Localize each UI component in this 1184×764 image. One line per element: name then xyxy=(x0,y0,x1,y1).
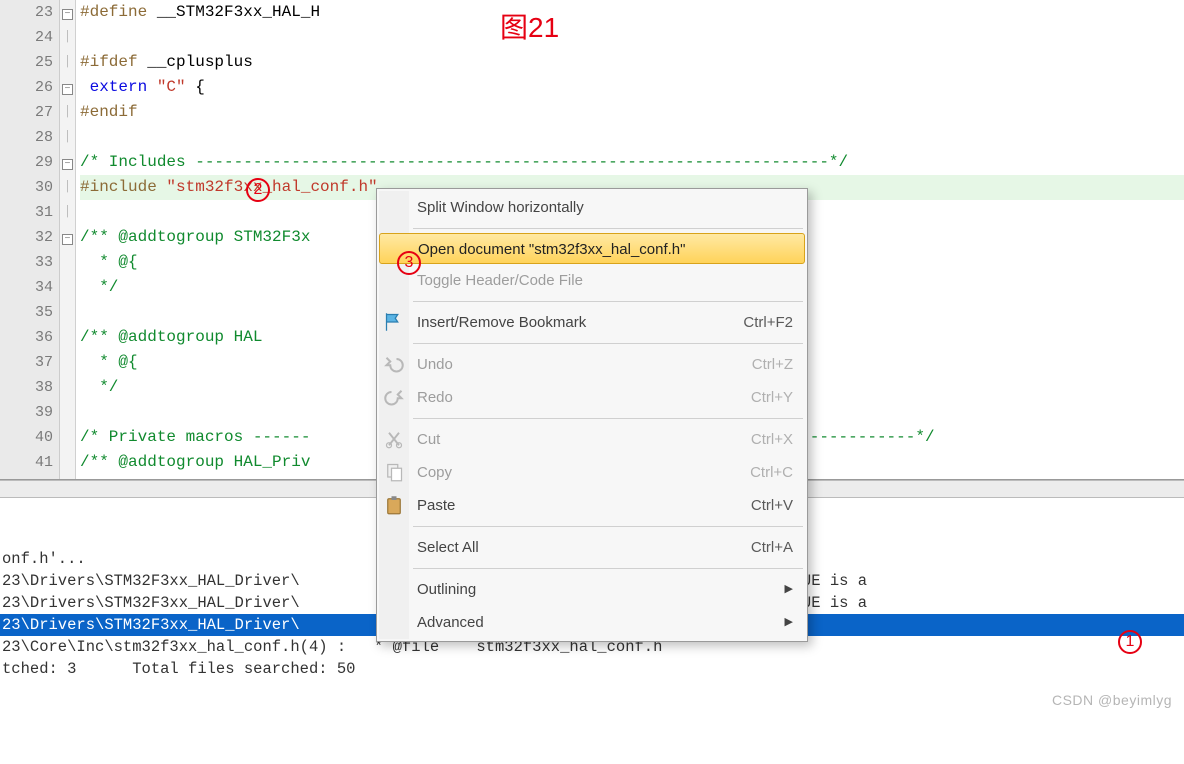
menu-separator xyxy=(413,568,803,569)
code-line[interactable]: #endif xyxy=(80,100,1184,125)
line-number: 29 xyxy=(0,150,53,175)
menu-separator xyxy=(413,343,803,344)
line-number: 39 xyxy=(0,400,53,425)
line-number: 32 xyxy=(0,225,53,250)
line-number: 35 xyxy=(0,300,53,325)
menu-item-outlining[interactable]: Outlining ▶ xyxy=(379,573,805,606)
fold-marker: │ xyxy=(60,100,75,125)
menu-item-copy: Copy Ctrl+C xyxy=(379,456,805,489)
line-number: 31 xyxy=(0,200,53,225)
fold-marker[interactable]: − xyxy=(60,0,75,25)
menu-item-select-all[interactable]: Select All Ctrl+A xyxy=(379,531,805,564)
menu-item-toggle-header-code-file: Toggle Header/Code File xyxy=(379,264,805,297)
line-number: 27 xyxy=(0,100,53,125)
submenu-arrow-icon: ▶ xyxy=(785,573,793,606)
menu-item-open-document-stm32f3xx-hal-conf-h[interactable]: Open document "stm32f3xx_hal_conf.h" xyxy=(379,233,805,264)
code-line[interactable]: extern "C" { xyxy=(80,75,1184,100)
line-number: 28 xyxy=(0,125,53,150)
menu-separator xyxy=(413,418,803,419)
submenu-arrow-icon: ▶ xyxy=(785,606,793,639)
menu-item-insert-remove-bookmark[interactable]: Insert/Remove Bookmark Ctrl+F2 xyxy=(379,306,805,339)
menu-separator xyxy=(413,301,803,302)
code-line[interactable]: /* Includes ----------------------------… xyxy=(80,150,1184,175)
line-number: 25 xyxy=(0,50,53,75)
code-line[interactable] xyxy=(80,25,1184,50)
menu-separator xyxy=(413,526,803,527)
menu-item-label: Undo xyxy=(417,348,453,381)
menu-item-shortcut xyxy=(762,234,792,263)
code-line[interactable]: #define __STM32F3xx_HAL_H xyxy=(80,0,1184,25)
fold-marker[interactable]: − xyxy=(60,75,75,100)
menu-item-label: Select All xyxy=(417,531,479,564)
menu-item-shortcut xyxy=(763,191,793,224)
line-number: 37 xyxy=(0,350,53,375)
menu-item-shortcut: Ctrl+Y xyxy=(721,381,793,414)
undo-icon xyxy=(384,354,404,374)
menu-item-shortcut: Ctrl+V xyxy=(721,489,793,522)
menu-item-shortcut: Ctrl+C xyxy=(720,456,793,489)
line-number: 41 xyxy=(0,450,53,475)
line-number: 38 xyxy=(0,375,53,400)
menu-item-shortcut: Ctrl+Z xyxy=(722,348,793,381)
line-number: 30 xyxy=(0,175,53,200)
flag-icon xyxy=(384,312,404,332)
redo-icon xyxy=(384,387,404,407)
fold-marker: │ xyxy=(60,175,75,200)
menu-item-label: Cut xyxy=(417,423,440,456)
menu-item-paste[interactable]: Paste Ctrl+V xyxy=(379,489,805,522)
fold-marker: │ xyxy=(60,25,75,50)
menu-item-shortcut: Ctrl+A xyxy=(721,531,793,564)
menu-item-label: Copy xyxy=(417,456,452,489)
menu-item-advanced[interactable]: Advanced ▶ xyxy=(379,606,805,639)
code-line[interactable] xyxy=(80,125,1184,150)
menu-item-split-window-horizontally[interactable]: Split Window horizontally xyxy=(379,191,805,224)
watermark: CSDN @beyimlyg xyxy=(1052,692,1172,708)
menu-item-shortcut: Ctrl+F2 xyxy=(713,306,793,339)
copy-icon xyxy=(384,462,404,482)
menu-item-shortcut: Ctrl+X xyxy=(721,423,793,456)
context-menu[interactable]: Split Window horizontally Open document "… xyxy=(376,188,808,642)
line-number: 36 xyxy=(0,325,53,350)
fold-marker[interactable]: − xyxy=(60,150,75,175)
fold-marker: │ xyxy=(60,125,75,150)
paste-icon xyxy=(384,495,404,515)
line-number: 24 xyxy=(0,25,53,50)
menu-item-redo: Redo Ctrl+Y xyxy=(379,381,805,414)
menu-item-label: Advanced xyxy=(417,606,484,639)
menu-separator xyxy=(413,228,803,229)
menu-item-label: Toggle Header/Code File xyxy=(417,264,583,297)
menu-item-label: Redo xyxy=(417,381,453,414)
menu-item-label: Outlining xyxy=(417,573,476,606)
gutter: 23242526272829303132333435363738394041 xyxy=(0,0,60,479)
fold-marker: │ xyxy=(60,50,75,75)
fold-column[interactable]: −││−││−││− xyxy=(60,0,76,479)
menu-item-label: Split Window horizontally xyxy=(417,191,584,224)
menu-item-label: Paste xyxy=(417,489,455,522)
menu-item-undo: Undo Ctrl+Z xyxy=(379,348,805,381)
line-number: 26 xyxy=(0,75,53,100)
menu-item-label: Open document "stm32f3xx_hal_conf.h" xyxy=(418,234,685,263)
line-number: 23 xyxy=(0,0,53,25)
menu-item-shortcut xyxy=(763,264,793,297)
fold-marker[interactable]: − xyxy=(60,225,75,250)
fold-marker: │ xyxy=(60,200,75,225)
line-number: 33 xyxy=(0,250,53,275)
output-line[interactable]: tched: 3 Total files searched: 50 xyxy=(0,658,1184,680)
line-number: 34 xyxy=(0,275,53,300)
cut-icon xyxy=(384,429,404,449)
menu-item-cut: Cut Ctrl+X xyxy=(379,423,805,456)
menu-item-label: Insert/Remove Bookmark xyxy=(417,306,586,339)
line-number: 40 xyxy=(0,425,53,450)
code-line[interactable]: #ifdef __cplusplus xyxy=(80,50,1184,75)
